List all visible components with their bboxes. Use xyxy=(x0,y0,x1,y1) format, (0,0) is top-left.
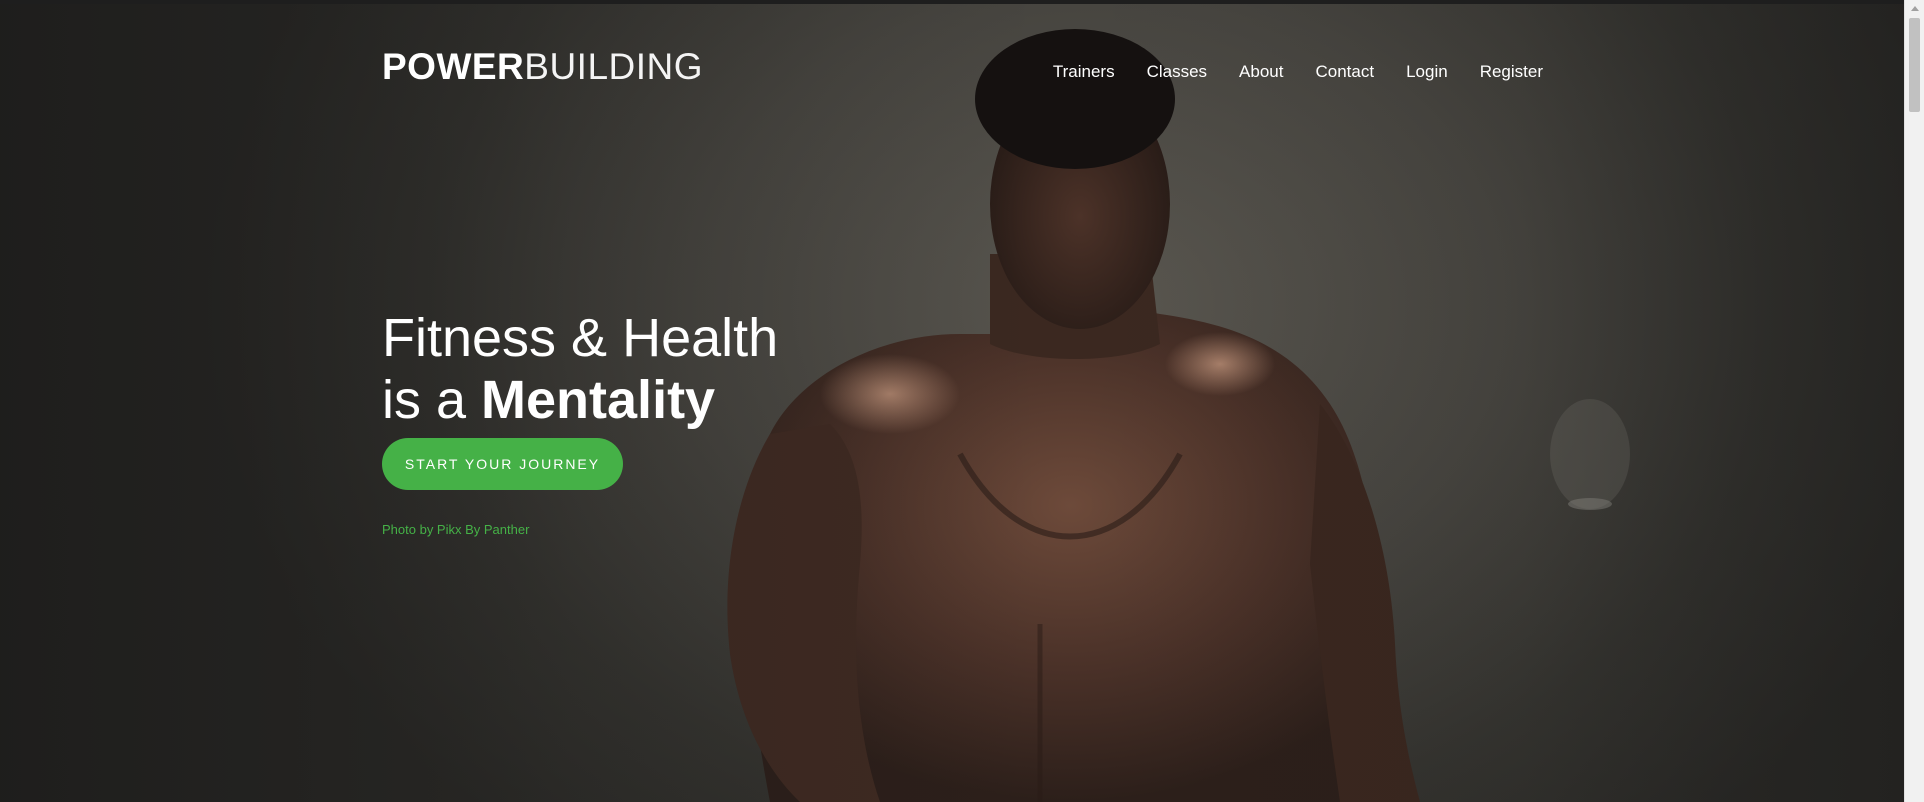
brand-logo-light: BUILDING xyxy=(524,46,704,87)
main-nav: Trainers Classes About Contact Login Reg… xyxy=(1053,62,1543,82)
scroll-up-arrow-icon[interactable] xyxy=(1911,6,1919,11)
nav-link-classes[interactable]: Classes xyxy=(1147,62,1207,82)
start-journey-button[interactable]: START YOUR JOURNEY xyxy=(382,438,623,490)
nav-link-contact[interactable]: Contact xyxy=(1315,62,1374,82)
window-top-edge xyxy=(0,0,1904,4)
hero-headline-line2-prefix: is a xyxy=(382,370,482,430)
brand-logo[interactable]: POWERBUILDING xyxy=(382,46,703,88)
brand-logo-strong: POWER xyxy=(382,46,525,87)
hero-headline: Fitness & Health is a Mentality xyxy=(382,307,778,431)
scrollbar-thumb[interactable] xyxy=(1909,18,1920,112)
nav-link-trainers[interactable]: Trainers xyxy=(1053,62,1115,82)
photo-credit-link[interactable]: Photo by Pikx By Panther xyxy=(382,522,529,537)
nav-link-about[interactable]: About xyxy=(1239,62,1283,82)
hero-section: POWERBUILDING Trainers Classes About Con… xyxy=(0,4,1904,802)
hero-background-photo xyxy=(727,29,1630,802)
nav-link-register[interactable]: Register xyxy=(1480,62,1543,82)
vertical-scrollbar[interactable] xyxy=(1904,0,1924,802)
nav-link-login[interactable]: Login xyxy=(1406,62,1448,82)
hero-headline-emphasis: Mentality xyxy=(481,370,716,430)
browser-viewport: POWERBUILDING Trainers Classes About Con… xyxy=(0,0,1924,802)
hero-headline-line1: Fitness & Health xyxy=(382,308,779,368)
